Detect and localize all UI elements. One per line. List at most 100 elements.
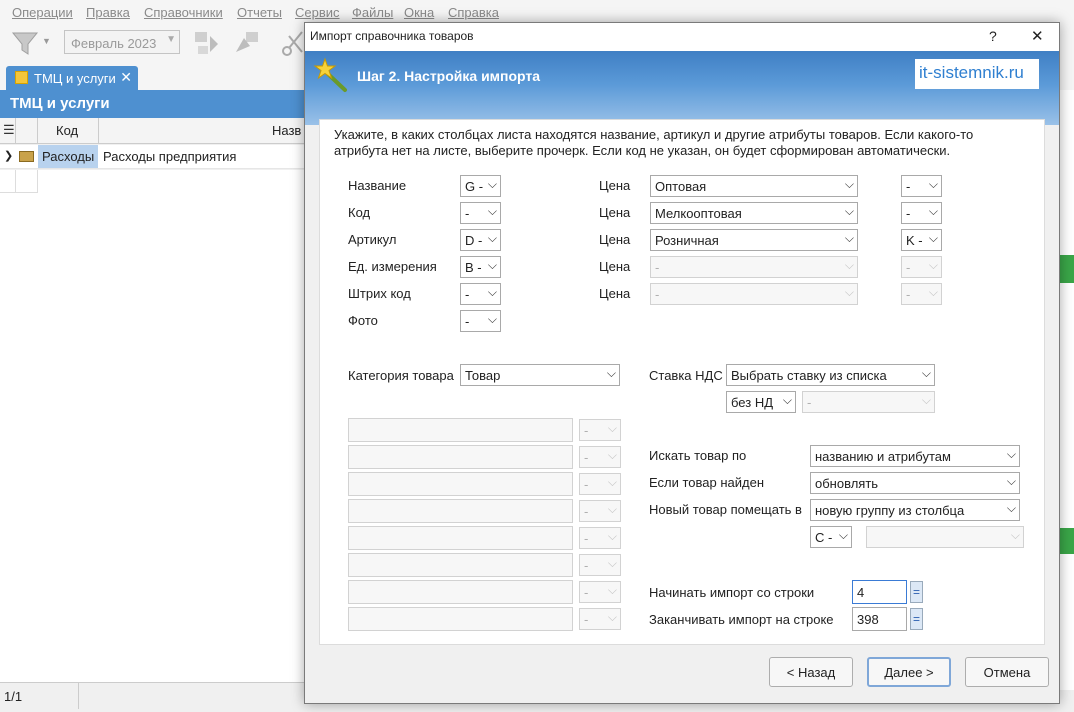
column-name[interactable]: Назв [272, 123, 301, 138]
column-select-photo[interactable]: - ⌵ [460, 310, 501, 332]
menu-help[interactable]: Справка [448, 5, 499, 20]
price-type-select-5[interactable]: - ⌵ [650, 283, 858, 305]
menu-files[interactable]: Файлы [352, 5, 393, 20]
field-label-name: Название [348, 178, 407, 193]
menu-reports[interactable]: Отчеты [237, 5, 282, 20]
column-select-unit[interactable]: B - ⌵ [460, 256, 501, 278]
menu-service[interactable]: Сервис [295, 5, 340, 20]
group-name-select[interactable]: ⌵ [866, 526, 1024, 548]
vat-rate-select[interactable]: без НД ⌵ [726, 391, 796, 413]
chevron-down-icon: ⌵ [607, 448, 617, 462]
close-tab-icon[interactable]: ✕ [120, 69, 132, 86]
menu-edit[interactable]: Правка [86, 5, 130, 20]
column-code[interactable]: Код [56, 123, 78, 138]
search-by-select[interactable]: названию и атрибутам ⌵ [810, 445, 1020, 467]
menu-references[interactable]: Справочники [144, 5, 223, 20]
instructions-text: Укажите, в каких столбцах листа находятс… [334, 127, 974, 158]
price-type-select-2[interactable]: Мелкооптовая ⌵ [650, 202, 858, 224]
vat-mode-select[interactable]: Выбрать ставку из списка ⌵ [726, 364, 935, 386]
chevron-down-icon: ⌵ [844, 258, 854, 272]
next-button[interactable]: Далее > [867, 657, 951, 687]
vat-column-select[interactable]: - ⌵ [802, 391, 935, 413]
category-attr-column[interactable]: - ⌵ [579, 419, 621, 441]
price-column-select-4[interactable]: - ⌵ [901, 256, 942, 278]
chevron-down-icon: ⌵ [607, 475, 617, 489]
menu-bar: Операции Правка Справочники Отчеты Серви… [0, 0, 1074, 24]
cancel-button[interactable]: Отмена [965, 657, 1049, 687]
column-select-name[interactable]: G - ⌵ [460, 175, 501, 197]
category-attr-field[interactable] [348, 580, 573, 604]
new-item-select[interactable]: новую группу из столбца ⌵ [810, 499, 1020, 521]
chevron-down-icon: ⌵ [844, 177, 854, 191]
menu-icon[interactable]: ☰ [3, 122, 15, 138]
end-row-input[interactable]: 398 [852, 607, 907, 631]
chevron-down-icon: ⌵ [928, 258, 938, 272]
start-row-button[interactable]: = [910, 581, 923, 603]
settings-panel: Укажите, в каких столбцах листа находятс… [319, 119, 1045, 645]
price-column-select-1[interactable]: - ⌵ [901, 175, 942, 197]
magic-wand-icon [313, 57, 347, 92]
category-attr-column[interactable]: - ⌵ [579, 554, 621, 576]
field-label-photo: Фото [348, 313, 378, 328]
filter-icon[interactable] [10, 28, 40, 58]
chevron-down-icon: ⌵ [606, 366, 616, 380]
menu-windows[interactable]: Окна [404, 5, 434, 20]
price-type-select-1[interactable]: Оптовая ⌵ [650, 175, 858, 197]
chevron-down-icon: ⌵ [921, 366, 931, 380]
row-code: Расходы [42, 149, 95, 164]
category-attr-column[interactable]: - ⌵ [579, 527, 621, 549]
group-column-select[interactable]: C - ⌵ [810, 526, 852, 548]
category-attr-field[interactable] [348, 445, 573, 469]
category-attr-column[interactable]: - ⌵ [579, 608, 621, 630]
category-attr-column[interactable]: - ⌵ [579, 581, 621, 603]
price-label-5: Цена [599, 286, 631, 301]
category-attr-column[interactable]: - ⌵ [579, 446, 621, 468]
category-attr-field[interactable] [348, 553, 573, 577]
menu-operations[interactable]: Операции [12, 5, 73, 20]
filter-dropdown-icon[interactable]: ▼ [42, 36, 51, 46]
expand-arrow-icon[interactable]: ❯ [4, 149, 13, 162]
column-select-article[interactable]: D - ⌵ [460, 229, 501, 251]
period-value: Февраль 2023 [71, 36, 157, 51]
close-dialog-button[interactable]: ✕ [1031, 27, 1044, 45]
chevron-down-icon: ⌵ [1010, 528, 1020, 542]
price-column-select-5[interactable]: - ⌵ [901, 283, 942, 305]
search-by-label: Искать товар по [649, 448, 747, 463]
scissors-icon[interactable] [280, 28, 306, 58]
category-attr-column[interactable]: - ⌵ [579, 500, 621, 522]
chevron-down-icon: ⌵ [487, 258, 497, 272]
vat-label: Ставка НДС [649, 368, 723, 383]
price-column-select-2[interactable]: - ⌵ [901, 202, 942, 224]
category-attr-field[interactable] [348, 526, 573, 550]
column-select-barcode[interactable]: - ⌵ [460, 283, 501, 305]
price-label-3: Цена [599, 232, 631, 247]
price-type-select-3[interactable]: Розничная ⌵ [650, 229, 858, 251]
chevron-down-icon: ⌵ [844, 204, 854, 218]
help-button[interactable]: ? [989, 28, 997, 44]
category-attr-field[interactable] [348, 472, 573, 496]
back-button[interactable]: < Назад [769, 657, 853, 687]
price-type-select-4[interactable]: - ⌵ [650, 256, 858, 278]
category-attr-field[interactable] [348, 499, 573, 523]
chevron-down-icon: ⌵ [844, 285, 854, 299]
chevron-down-icon: ⌵ [487, 285, 497, 299]
chevron-down-icon: ⌵ [844, 231, 854, 245]
category-attr-field[interactable] [348, 418, 573, 442]
end-row-button[interactable]: = [910, 608, 923, 630]
period-select[interactable]: Февраль 2023 ▼ [64, 30, 180, 54]
import-icon[interactable] [192, 28, 222, 58]
start-row-input[interactable]: 4 [852, 580, 907, 604]
step-banner: Шаг 2. Настройка импорта it-sistemnik.ru [305, 51, 1059, 125]
category-attr-field[interactable] [348, 607, 573, 631]
chevron-down-icon: ⌵ [928, 231, 938, 245]
category-select[interactable]: Товар ⌵ [460, 364, 620, 386]
column-select-code[interactable]: - ⌵ [460, 202, 501, 224]
category-attr-column[interactable]: - ⌵ [579, 473, 621, 495]
chevron-down-icon: ⌵ [607, 583, 617, 597]
field-label-code: Код [348, 205, 371, 220]
tab-goods-services[interactable]: ТМЦ и услуги ✕ [6, 66, 138, 90]
export-icon[interactable] [232, 28, 262, 58]
price-column-select-3[interactable]: K - ⌵ [901, 229, 942, 251]
if-found-select[interactable]: обновлять ⌵ [810, 472, 1020, 494]
chevron-down-icon: ⌵ [928, 285, 938, 299]
